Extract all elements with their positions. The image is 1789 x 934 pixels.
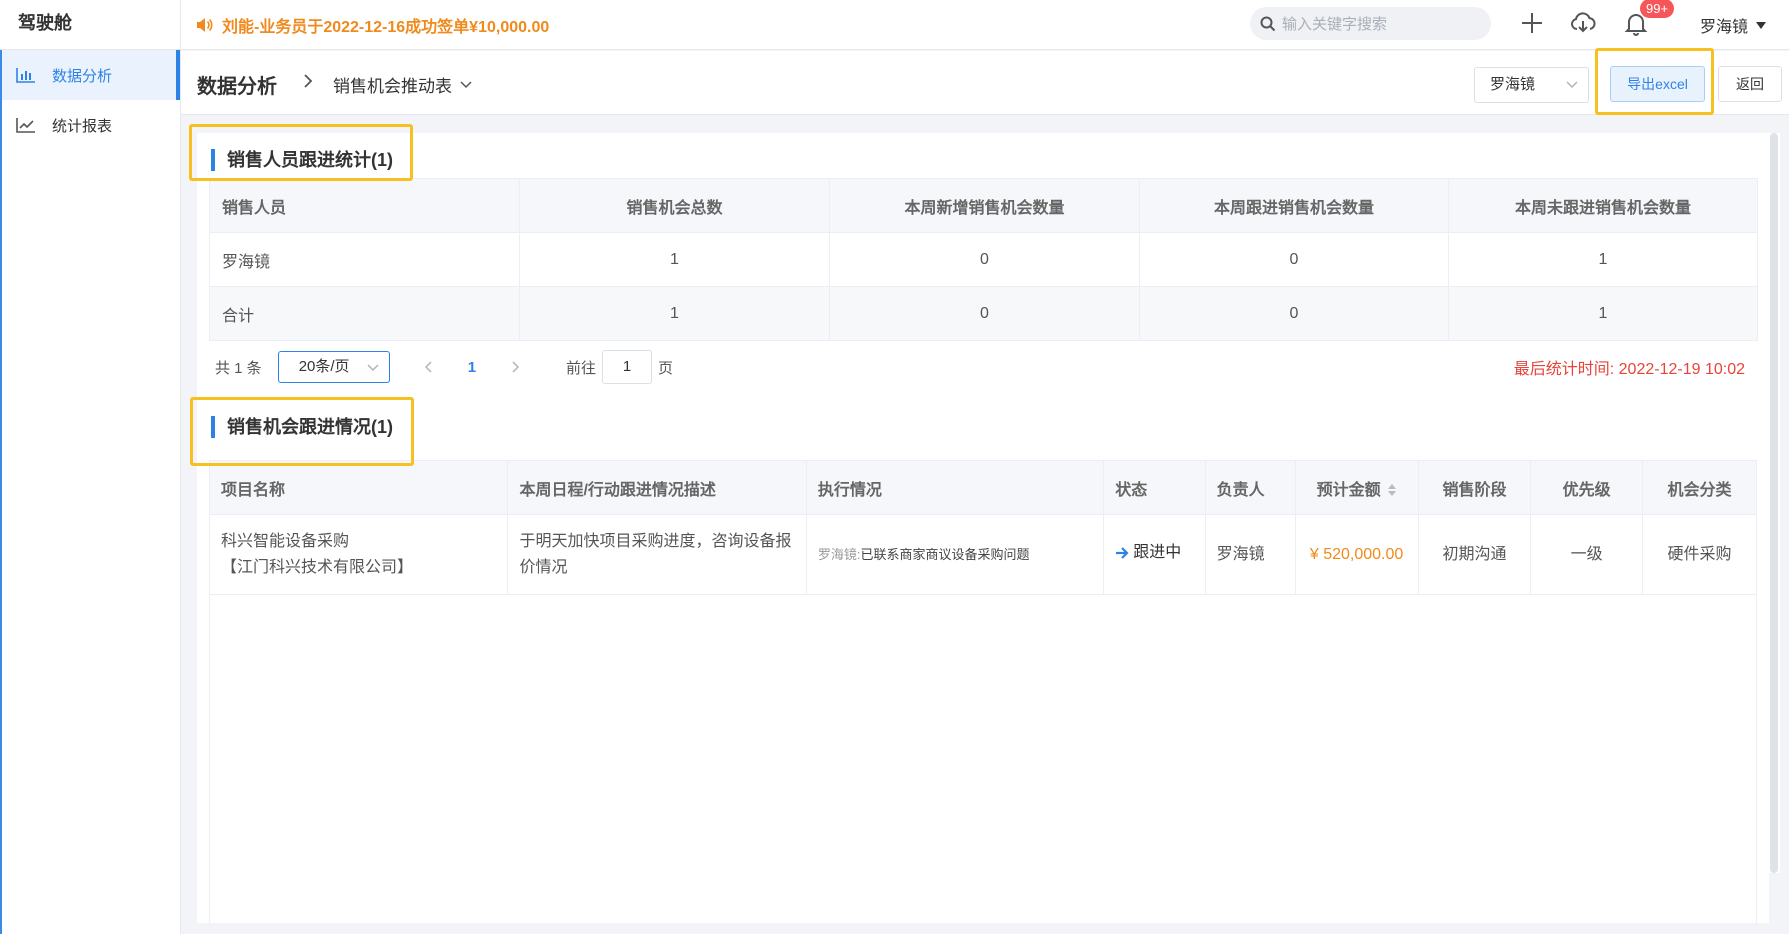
chevron-down-icon [460, 80, 472, 88]
priority-cell: 一级 [1530, 514, 1643, 595]
project-cell: 科兴智能设备采购 【江门科兴技术有限公司】 [208, 514, 509, 595]
search-placeholder: 输入关键字搜索 [1282, 16, 1388, 33]
column-header: 项目名称 [208, 460, 509, 515]
description-cell: 于明天加快项目采购进度，咨询设备报价情况 [507, 514, 807, 595]
page-header: 数据分析 销售机会推动表 罗海镜 导出excel 返回 [181, 51, 1789, 115]
table-row: 罗海镜 1 0 0 1 [209, 232, 1758, 287]
column-header: 本周跟进销售机会数量 [1139, 178, 1449, 233]
opportunity-table: 项目名称 本周日程/行动跟进情况描述 执行情况 状态 负责人 预计金额 销售阶段… [208, 460, 1758, 595]
column-header: 机会分类 [1641, 460, 1758, 515]
column-header: 本周日程/行动跟进情况描述 [507, 460, 807, 515]
table-cell: 0 [1139, 232, 1449, 287]
table-cell: 0 [829, 232, 1140, 287]
column-header: 本周未跟进销售机会数量 [1448, 178, 1758, 233]
sidebar: 数据分析 统计报表 [0, 50, 181, 934]
sidebar-item-label: 统计报表 [52, 117, 113, 135]
table-cell: 1 [519, 232, 830, 287]
user-menu[interactable]: 罗海镜 [1700, 13, 1767, 37]
opps-section-title: 销售机会跟进情况(1) [211, 416, 393, 438]
owner-cell: 罗海镜 [1204, 514, 1296, 595]
exec-text: 已联系商家商议设备采购问题 [860, 546, 1030, 562]
sidebar-item-data-analysis[interactable]: 数据分析 [2, 50, 180, 100]
next-page-icon[interactable] [508, 360, 522, 374]
chevron-right-icon [304, 74, 313, 88]
execution-cell: 罗海镜:已联系商家商议设备采购问题 [805, 514, 1105, 595]
column-header: 本周新增销售机会数量 [829, 178, 1140, 233]
cloud-download-icon[interactable] [1569, 9, 1597, 37]
bar-chart-icon [16, 68, 35, 83]
notice-banner[interactable]: 刘能-业务员于2022-12-16成功签单¥10,000.00 [194, 13, 549, 37]
page-size-select[interactable]: 20条/页 [277, 351, 390, 383]
table-cell: 罗海镜 [209, 232, 520, 287]
last-stat-time: 最后统计时间: 2022-12-19 10:02 [1513, 361, 1745, 378]
scrollbar-thumb[interactable] [1770, 133, 1778, 873]
export-excel-button[interactable]: 导出excel [1610, 66, 1705, 102]
stats-section-title: 销售人员跟进统计(1) [211, 149, 393, 171]
notice-text: 刘能-业务员于2022-12-16成功签单¥10,000.00 [222, 19, 550, 36]
speaker-icon [197, 18, 213, 32]
column-header: 销售阶段 [1417, 460, 1532, 515]
arrow-right-icon [1116, 547, 1129, 559]
breadcrumb-title[interactable]: 数据分析 [197, 70, 277, 99]
notification-badge: 99+ [1640, 0, 1675, 18]
line-chart-icon [16, 118, 35, 133]
report-selector[interactable]: 销售机会推动表 [333, 72, 472, 97]
table-cell: 1 [1448, 232, 1758, 287]
goto-page-input[interactable]: 1 [602, 350, 653, 384]
sidebar-item-label: 数据分析 [52, 67, 113, 85]
sales-stats-table: 销售人员 销售机会总数 本周新增销售机会数量 本周跟进销售机会数量 本周未跟进销… [209, 178, 1758, 341]
exec-person: 罗海镜: [817, 546, 861, 562]
search-icon [1260, 16, 1276, 31]
user-name: 罗海镜 [1700, 19, 1749, 36]
page-size-value: 20条/页 [298, 358, 350, 375]
column-header: 销售人员 [209, 178, 520, 233]
table-row[interactable]: 科兴智能设备采购 【江门科兴技术有限公司】 于明天加快项目采购进度，咨询设备报价… [208, 514, 1758, 595]
sort-icon[interactable] [1387, 483, 1397, 497]
status-badge: 跟进中 [1115, 540, 1181, 566]
scrollbar[interactable] [1768, 133, 1780, 873]
page-unit-label: 页 [658, 359, 674, 377]
company-name: 【江门科兴技术有限公司】 [221, 558, 414, 576]
person-select-value: 罗海镜 [1490, 76, 1536, 93]
column-header: 状态 [1103, 460, 1206, 515]
table-total-row: 合计 1 0 0 1 [209, 286, 1758, 341]
table-cell: 1 [1448, 286, 1758, 341]
table-cell: 0 [829, 286, 1140, 341]
search-input[interactable]: 输入关键字搜索 [1250, 7, 1491, 40]
category-cell: 硬件采购 [1641, 514, 1758, 595]
column-header: 销售机会总数 [519, 178, 830, 233]
top-bar: 驾驶舱 刘能-业务员于2022-12-16成功签单¥10,000.00 输入关键… [0, 0, 1789, 50]
add-icon[interactable] [1518, 9, 1546, 37]
column-header-label: 预计金额 [1316, 481, 1381, 499]
app-title: 驾驶舱 [0, 0, 181, 50]
column-header: 优先级 [1530, 460, 1643, 515]
sidebar-item-statistics-report[interactable]: 统计报表 [2, 100, 180, 150]
status-text: 跟进中 [1133, 544, 1182, 561]
table-cell: 合计 [209, 286, 520, 341]
prev-page-icon[interactable] [422, 360, 436, 374]
chevron-down-icon [1566, 81, 1578, 89]
chevron-down-icon [367, 364, 379, 372]
pagination-total: 共 1 条 [215, 359, 262, 377]
caret-down-icon [1756, 21, 1767, 29]
content-panel: 销售人员跟进统计(1) 销售人员 销售机会总数 本周新增销售机会数量 本周跟进销… [197, 133, 1769, 923]
goto-label: 前往 [566, 359, 597, 377]
table-cell: 1 [519, 286, 830, 341]
table-empty-area [209, 594, 1757, 923]
person-select[interactable]: 罗海镜 [1474, 67, 1589, 103]
breadcrumb-current: 销售机会推动表 [333, 77, 452, 96]
project-name[interactable]: 科兴智能设备采购 [221, 529, 507, 555]
amount-column-header[interactable]: 预计金额 [1294, 460, 1419, 515]
status-cell: 跟进中 [1103, 514, 1206, 595]
column-header: 执行情况 [805, 460, 1105, 515]
amount-cell: ¥ 520,000.00 [1294, 514, 1419, 595]
table-cell: 0 [1139, 286, 1449, 341]
pagination: 共 1 条 20条/页 1 前往 1 页 最后统计时间: 2022-12-19 … [215, 350, 1745, 384]
page-number[interactable]: 1 [468, 359, 476, 376]
column-header: 负责人 [1204, 460, 1296, 515]
stage-cell: 初期沟通 [1417, 514, 1532, 595]
back-button[interactable]: 返回 [1718, 66, 1782, 102]
